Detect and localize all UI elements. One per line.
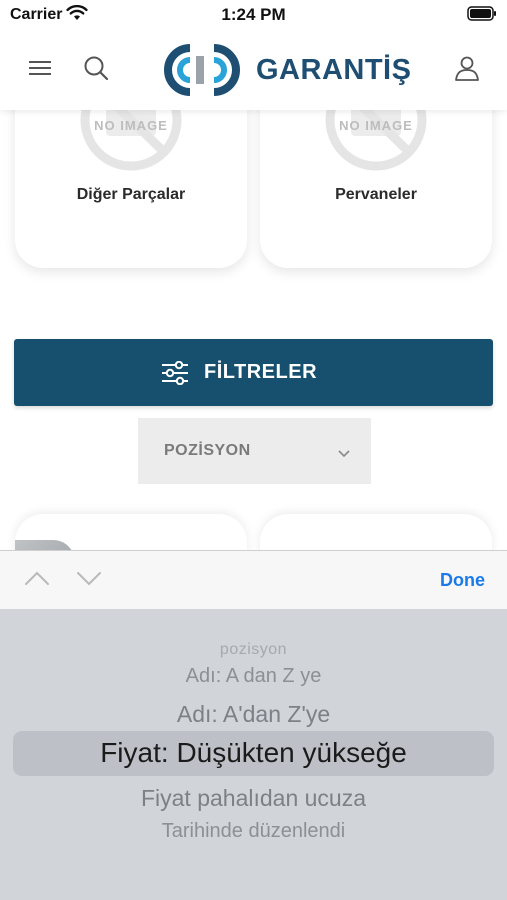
product-image	[15, 540, 75, 550]
category-label: Diğer Parçalar	[76, 186, 186, 203]
sliders-icon	[161, 360, 189, 390]
app-header: GARANTİŞ	[0, 30, 507, 110]
category-label: Pervaneler	[335, 186, 417, 203]
chevron-down-icon[interactable]	[76, 569, 102, 592]
user-icon[interactable]	[453, 54, 481, 87]
done-button[interactable]: Done	[440, 570, 485, 591]
no-image-placeholder: NO IMAGE	[66, 110, 196, 180]
brand-logo[interactable]: GARANTİŞ	[160, 42, 412, 98]
product-card[interactable]	[15, 514, 247, 550]
picker-option[interactable]: Adı: A dan Z ye	[0, 665, 507, 688]
sort-picker[interactable]: pozisyon Adı: A dan Z ye Adı: A'dan Z'ye…	[0, 609, 507, 900]
menu-icon[interactable]	[26, 54, 54, 87]
picker-option[interactable]: Tarihinde düzenlendi	[0, 820, 507, 843]
category-card[interactable]: NO IMAGE Pervaneler	[260, 110, 492, 268]
no-image-text: NO IMAGE	[339, 118, 413, 133]
battery-icon	[467, 6, 497, 27]
status-time: 1:24 PM	[221, 5, 286, 24]
logo-text: GARANTİŞ	[256, 54, 412, 86]
filters-button[interactable]: FİLTRELER	[14, 339, 493, 406]
status-bar: Carrier 1:24 PM	[0, 0, 507, 30]
picker-option-selected[interactable]: Fiyat: Düşükten yükseğe	[0, 737, 507, 769]
chevron-up-icon[interactable]	[24, 569, 50, 592]
picker-option[interactable]: Fiyat pahalıdan ucuza	[0, 785, 507, 812]
picker-option[interactable]: Adı: A'dan Z'ye	[0, 701, 507, 728]
content-area: NO IMAGE Diğer Parçalar NO IMAGE Pervane…	[0, 110, 507, 550]
no-image-text: NO IMAGE	[94, 118, 168, 133]
no-image-placeholder: NO IMAGE	[311, 110, 441, 180]
picker-option[interactable]: pozisyon	[0, 641, 507, 659]
chevron-down-icon	[337, 446, 351, 464]
category-card[interactable]: NO IMAGE Diğer Parçalar	[15, 110, 247, 268]
sort-select[interactable]: POZİSYON	[138, 418, 371, 484]
filters-label: FİLTRELER	[204, 361, 318, 383]
picker-accessory-bar: Done	[0, 550, 507, 610]
product-card[interactable]	[260, 514, 492, 550]
search-icon[interactable]	[82, 54, 110, 87]
sort-value: POZİSYON	[164, 442, 251, 459]
